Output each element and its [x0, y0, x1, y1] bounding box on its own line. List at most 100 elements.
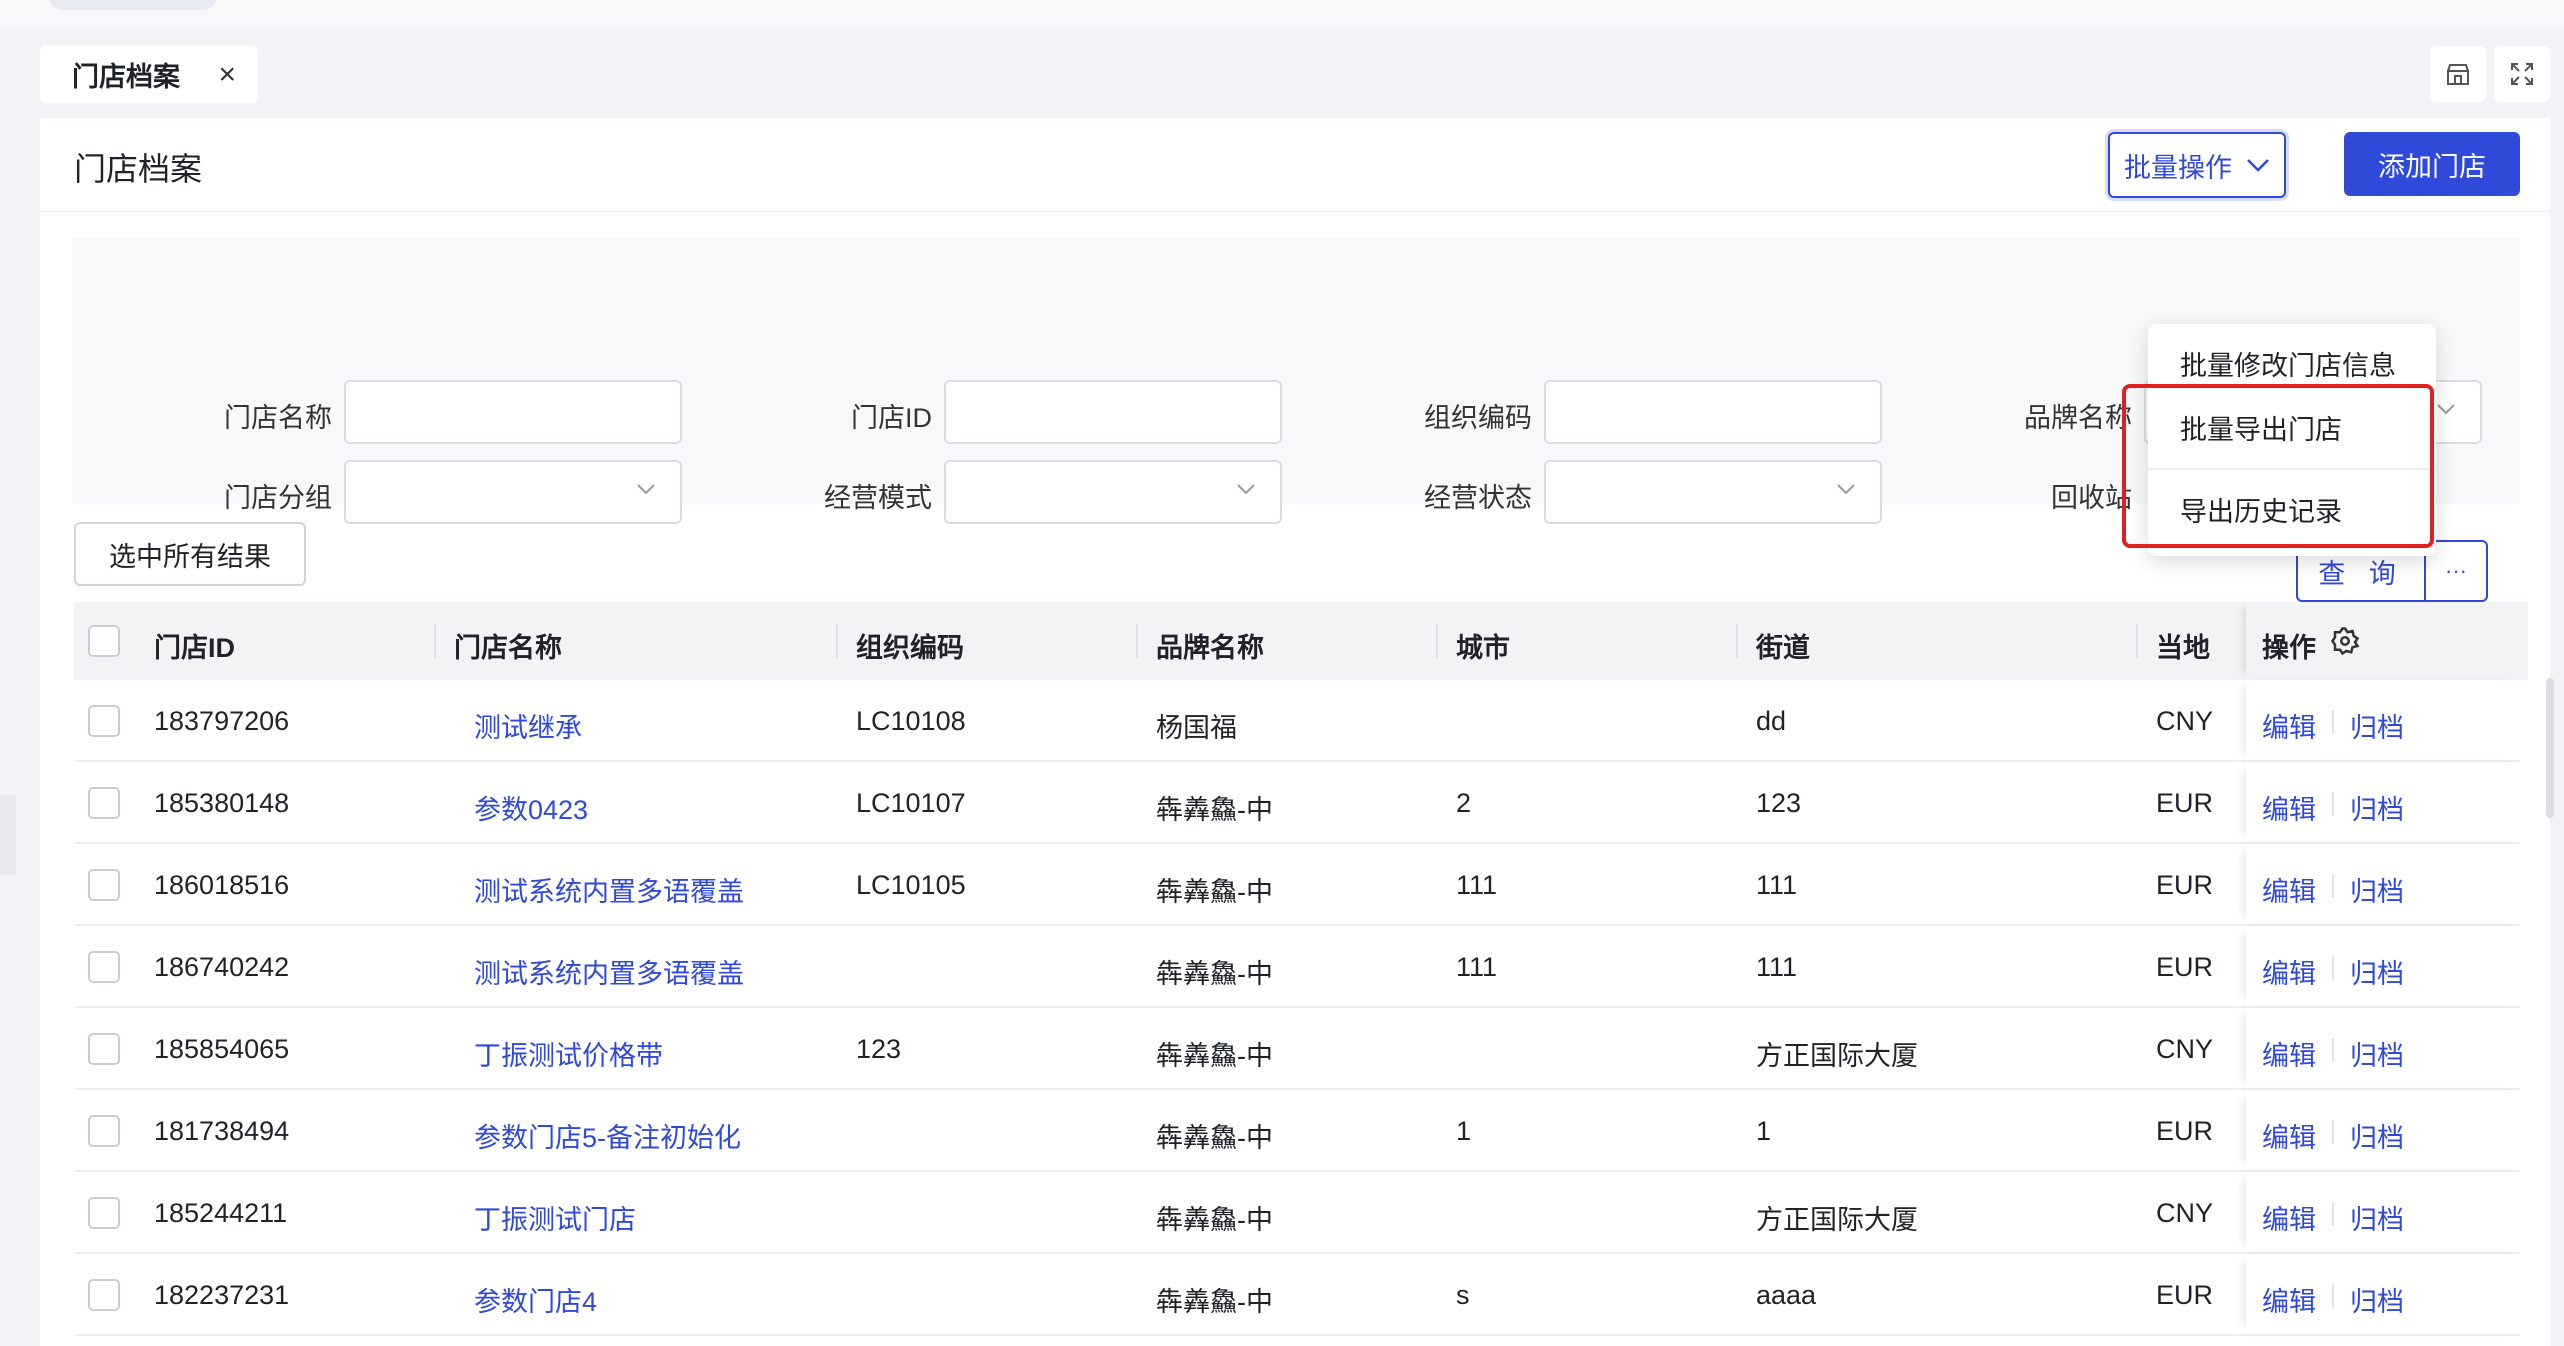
cell-brand: 犇羴鱻-中 — [1156, 795, 1273, 825]
store-name-input[interactable] — [344, 380, 682, 444]
cell-currency: EUR — [2156, 1280, 2214, 1310]
edit-link[interactable]: 编辑 — [2262, 1198, 2316, 1237]
archive-link[interactable]: 归档 — [2350, 952, 2404, 991]
edit-link[interactable]: 编辑 — [2262, 706, 2316, 745]
filter-label-org-code: 组织编码 — [1424, 403, 1532, 433]
op-divider — [2332, 1284, 2334, 1308]
chevron-down-icon — [1836, 482, 1856, 501]
filter-label-brand-name: 品牌名称 — [2024, 403, 2132, 433]
edit-link[interactable]: 编辑 — [2262, 788, 2316, 827]
top-strip — [0, 0, 2564, 30]
table-row[interactable]: 181738494 参数门店5-备注初始化 犇羴鱻-中 1 1 EUR 编辑 归… — [74, 1090, 2528, 1172]
cell-store-name-link[interactable]: 丁振测试价格带 — [474, 1034, 663, 1073]
cell-store-id: 186018516 — [154, 870, 290, 900]
cell-street: 方正国际大厦 — [1756, 1041, 1918, 1071]
chevron-down-icon — [2247, 159, 2269, 172]
row-checkbox[interactable] — [88, 787, 120, 819]
cell-store-name-link[interactable]: 参数门店4 — [474, 1280, 597, 1319]
store-group-select[interactable] — [344, 460, 682, 524]
cell-store-id: 182237231 — [154, 1280, 290, 1310]
col-store-name: 门店名称 — [454, 633, 562, 663]
cell-currency: CNY — [2156, 706, 2214, 736]
close-icon[interactable]: × — [218, 58, 236, 92]
archive-link[interactable]: 归档 — [2350, 1198, 2404, 1237]
page-title: 门店档案 — [74, 151, 203, 187]
table-scrollbar[interactable] — [2546, 678, 2554, 818]
select-all-results-button[interactable]: 选中所有结果 — [74, 522, 306, 586]
col-divider — [1436, 624, 1438, 658]
archive-link[interactable]: 归档 — [2350, 788, 2404, 827]
fullscreen-icon[interactable] — [2494, 46, 2550, 102]
table-row[interactable]: 182237231 参数门店4 犇羴鱻-中 s aaaa EUR 编辑 归档 — [74, 1254, 2528, 1336]
row-checkbox[interactable] — [88, 951, 120, 983]
cell-store-id: 185244211 — [154, 1198, 288, 1228]
table-row[interactable]: 186018516 测试系统内置多语覆盖 LC10105 犇羴鱻-中 111 1… — [74, 844, 2528, 926]
cell-store-id: 183797206 — [154, 706, 290, 736]
archive-link[interactable]: 归档 — [2350, 870, 2404, 909]
archive-link[interactable]: 归档 — [2350, 1116, 2404, 1155]
cell-store-id: 181738494 — [154, 1116, 290, 1146]
archive-link[interactable]: 归档 — [2350, 1280, 2404, 1319]
table-row[interactable]: 186740242 测试系统内置多语覆盖 犇羴鱻-中 111 111 EUR 编… — [74, 926, 2528, 1008]
col-org-code: 组织编码 — [856, 633, 964, 663]
cell-street: 111 — [1756, 870, 1798, 900]
cell-store-name-link[interactable]: 参数0423 — [474, 788, 588, 827]
store-id-input[interactable] — [944, 380, 1282, 444]
org-code-input[interactable] — [1544, 380, 1882, 444]
add-store-button[interactable]: 添加门店 — [2344, 132, 2520, 196]
cell-store-name-link[interactable]: 测试系统内置多语覆盖 — [474, 870, 744, 909]
row-checkbox[interactable] — [88, 1197, 120, 1229]
batch-operation-button[interactable]: 批量操作 — [2108, 132, 2286, 198]
cell-currency: EUR — [2156, 870, 2214, 900]
main-panel: 门店档案 批量操作 添加门店 门店名称 门店ID 组织编码 品牌名称 门店分组 … — [40, 118, 2554, 1346]
row-checkbox[interactable] — [88, 1279, 120, 1311]
edit-link[interactable]: 编辑 — [2262, 1034, 2316, 1073]
edit-link[interactable]: 编辑 — [2262, 870, 2316, 909]
business-mode-select[interactable] — [944, 460, 1282, 524]
filter-label-store-group: 门店分组 — [224, 483, 332, 513]
cell-store-name-link[interactable]: 测试系统内置多语覆盖 — [474, 952, 744, 991]
row-operations: 编辑 归档 — [2246, 1008, 2528, 1088]
table-row[interactable]: 185854065 丁振测试价格带 123 犇羴鱻-中 方正国际大厦 CNY 编… — [74, 1008, 2528, 1090]
archive-link[interactable]: 归档 — [2350, 706, 2404, 745]
table-row[interactable]: 185244211 丁振测试门店 犇羴鱻-中 方正国际大厦 CNY 编辑 归档 — [74, 1172, 2528, 1254]
cell-brand: 犇羴鱻-中 — [1156, 959, 1273, 989]
op-divider — [2332, 1120, 2334, 1144]
edit-link[interactable]: 编辑 — [2262, 1280, 2316, 1319]
cell-store-name-link[interactable]: 测试继承 — [474, 706, 582, 745]
cell-store-name-link[interactable]: 丁振测试门店 — [474, 1198, 636, 1237]
filter-label-store-id: 门店ID — [851, 403, 932, 433]
cell-currency: EUR — [2156, 952, 2214, 982]
edit-link[interactable]: 编辑 — [2262, 1116, 2316, 1155]
cell-currency: EUR — [2156, 1116, 2214, 1146]
cell-store-id: 185380148 — [154, 788, 290, 818]
cell-brand: 犇羴鱻-中 — [1156, 1123, 1273, 1153]
edit-link[interactable]: 编辑 — [2262, 952, 2316, 991]
row-checkbox[interactable] — [88, 705, 120, 737]
row-operations: 编辑 归档 — [2246, 1172, 2528, 1252]
top-nav-pill[interactable] — [48, 0, 218, 10]
cell-street: 111 — [1756, 952, 1798, 982]
col-divider — [2136, 624, 2138, 658]
menu-item-batch-edit-store[interactable]: 批量修改门店信息 — [2180, 344, 2396, 383]
archive-link[interactable]: 归档 — [2350, 1034, 2404, 1073]
row-operations: 编辑 归档 — [2246, 1090, 2528, 1170]
row-checkbox[interactable] — [88, 1115, 120, 1147]
row-checkbox[interactable] — [88, 869, 120, 901]
table-row[interactable]: 183797206 测试继承 LC10108 杨国福 dd CNY 编辑 归档 — [74, 680, 2528, 762]
col-city: 城市 — [1456, 633, 1510, 663]
row-checkbox[interactable] — [88, 1033, 120, 1065]
cell-street: aaaa — [1756, 1280, 1817, 1310]
store-icon[interactable] — [2430, 46, 2486, 102]
tab-store-archive[interactable]: 门店档案 × — [40, 45, 258, 103]
op-divider — [2332, 874, 2334, 898]
cell-currency: EUR — [2156, 788, 2214, 818]
col-local: 当地 — [2156, 633, 2210, 663]
settings-gear-icon[interactable] — [2330, 626, 2360, 656]
table-row[interactable]: 185380148 参数0423 LC10107 犇羴鱻-中 2 123 EUR… — [74, 762, 2528, 844]
cell-city: s — [1456, 1280, 1470, 1310]
select-all-checkbox[interactable] — [88, 625, 120, 657]
cell-street: 1 — [1756, 1116, 1772, 1146]
business-status-select[interactable] — [1544, 460, 1882, 524]
cell-store-name-link[interactable]: 参数门店5-备注初始化 — [474, 1116, 741, 1155]
